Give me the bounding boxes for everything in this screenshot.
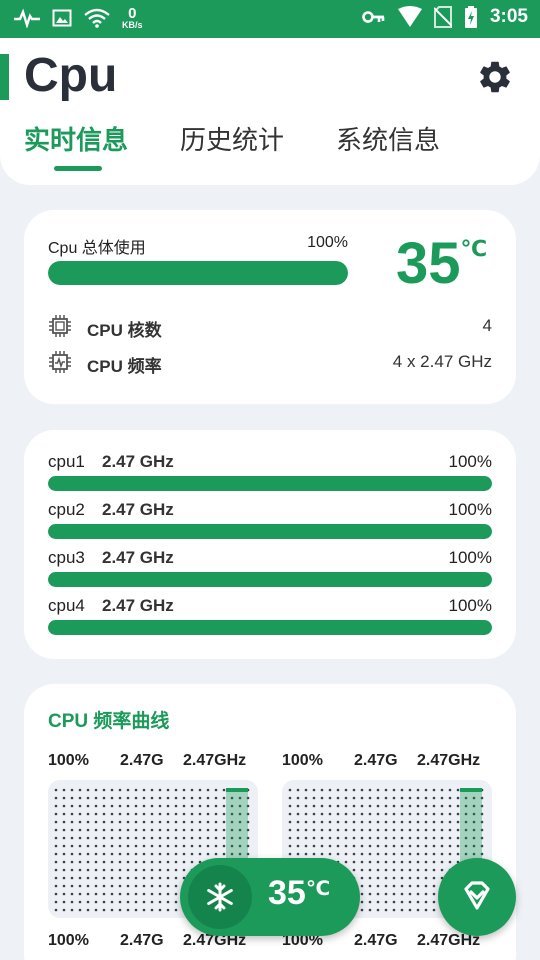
snowflake-icon bbox=[207, 882, 233, 912]
tab-bar: 实时信息 历史统计 系统信息 bbox=[0, 120, 540, 160]
core-name: cpu4 bbox=[48, 596, 85, 615]
image-icon bbox=[52, 9, 72, 27]
tab-system-info[interactable]: 系统信息 bbox=[336, 120, 440, 157]
tab-realtime[interactable]: 实时信息 bbox=[24, 120, 128, 157]
no-sim-icon bbox=[433, 6, 452, 28]
core-progress-fill bbox=[48, 620, 492, 635]
graph-1-usage: 100% bbox=[48, 752, 89, 769]
tab-history[interactable]: 历史统计 bbox=[180, 120, 284, 157]
graph-3-usage: 100% bbox=[48, 932, 89, 949]
tab-indicator bbox=[54, 166, 102, 171]
frequency-value: 4 x 2.47 GHz bbox=[392, 352, 492, 371]
chip-icon bbox=[49, 315, 71, 337]
floating-temperature: 35℃ bbox=[268, 874, 330, 913]
floating-temperature-value: 35 bbox=[268, 874, 306, 912]
graph-1-max: 2.47GHz bbox=[183, 752, 247, 769]
core-frequency: 2.47 GHz bbox=[102, 452, 174, 471]
frequency-bar-top bbox=[226, 788, 248, 792]
core-progress-fill bbox=[48, 524, 492, 539]
wifi-icon bbox=[84, 8, 110, 28]
net-speed: 0 KB/s bbox=[122, 6, 143, 30]
graph-4-freq: 2.47G bbox=[354, 932, 398, 949]
signal-icon bbox=[397, 6, 422, 27]
core-progress-fill bbox=[48, 572, 492, 587]
core-percent: 100% bbox=[448, 596, 492, 615]
net-speed-unit: KB/s bbox=[122, 20, 143, 30]
graph-3-freq: 2.47G bbox=[120, 932, 164, 949]
core-progress-fill bbox=[48, 476, 492, 491]
frequency-row: CPU 频率 4 x 2.47 GHz bbox=[48, 348, 492, 376]
core-name: cpu1 bbox=[48, 452, 85, 471]
core-progress-bar bbox=[48, 476, 492, 491]
temperature-readout: 35℃ bbox=[396, 230, 487, 297]
core-percent: 100% bbox=[448, 500, 492, 519]
title-accent-bar bbox=[0, 54, 9, 100]
core-count-row: CPU 核数 4 bbox=[48, 312, 492, 340]
cooling-temperature-button[interactable]: 35℃ bbox=[180, 858, 360, 936]
activity-icon bbox=[14, 8, 40, 28]
chip-pulse-icon bbox=[49, 351, 71, 373]
core-count-label: CPU 核数 bbox=[87, 321, 162, 340]
graph-2-usage: 100% bbox=[282, 752, 323, 769]
boost-fab-button[interactable] bbox=[438, 858, 516, 936]
floating-temperature-unit: ℃ bbox=[305, 878, 331, 900]
graph-2-freq: 2.47G bbox=[354, 752, 398, 769]
net-speed-value: 0 bbox=[128, 5, 137, 22]
status-bar: 0 KB/s 3:05 bbox=[0, 0, 540, 38]
core-name: cpu3 bbox=[48, 548, 85, 567]
temperature-unit: ℃ bbox=[460, 236, 488, 261]
page-title: Cpu bbox=[24, 49, 118, 102]
core-frequency: 2.47 GHz bbox=[102, 548, 174, 567]
usage-percent: 100% bbox=[307, 234, 348, 251]
key-icon bbox=[362, 11, 385, 23]
graph-2-max: 2.47GHz bbox=[417, 752, 481, 769]
core-frequency: 2.47 GHz bbox=[102, 500, 174, 519]
frequency-label: CPU 频率 bbox=[87, 357, 162, 376]
battery-charging-icon bbox=[464, 6, 477, 28]
gear-icon[interactable] bbox=[476, 58, 514, 96]
overview-card: Cpu 总体使用 100% 35℃ CPU 核数 4 CPU 频率 4 x 2.… bbox=[24, 210, 516, 404]
graph-1-freq: 2.47G bbox=[120, 752, 164, 769]
diamond-check-icon bbox=[464, 881, 490, 910]
usage-progress-bar bbox=[48, 261, 348, 285]
core-progress-bar bbox=[48, 572, 492, 587]
core-progress-bar bbox=[48, 620, 492, 635]
frequency-bar-top bbox=[460, 788, 482, 792]
usage-label: Cpu 总体使用 bbox=[48, 240, 146, 257]
core-progress-bar bbox=[48, 524, 492, 539]
core-percent: 100% bbox=[448, 452, 492, 471]
cooling-icon-circle bbox=[188, 865, 252, 929]
core-count-value: 4 bbox=[482, 316, 492, 335]
core-percent: 100% bbox=[448, 548, 492, 567]
frequency-curve-title: CPU 频率曲线 bbox=[48, 711, 170, 732]
status-left: 0 KB/s bbox=[14, 6, 143, 30]
core-name: cpu2 bbox=[48, 500, 85, 519]
usage-progress-fill bbox=[48, 261, 348, 285]
core-frequency: 2.47 GHz bbox=[102, 596, 174, 615]
per-core-card: cpu1 2.47 GHz 100% cpu2 2.47 GHz 100% cp… bbox=[24, 430, 516, 659]
status-time: 3:05 bbox=[489, 6, 528, 27]
app-header: Cpu 实时信息 历史统计 系统信息 bbox=[0, 38, 540, 185]
status-right: 3:05 bbox=[362, 6, 528, 28]
temperature-value: 35 bbox=[396, 231, 461, 296]
